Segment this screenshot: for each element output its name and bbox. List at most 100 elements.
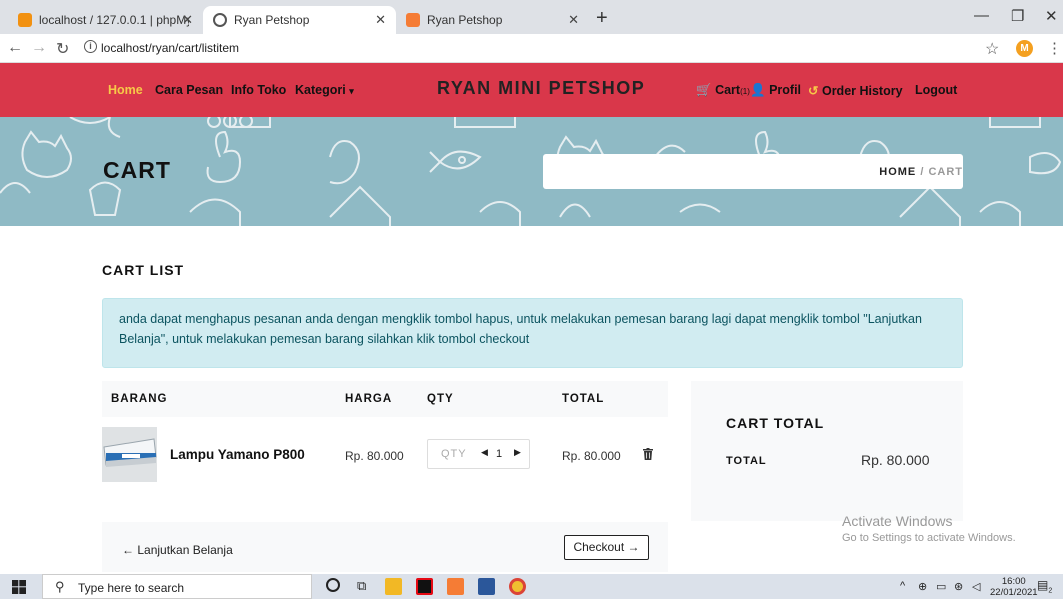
breadcrumb-home[interactable]: HOME — [879, 166, 916, 178]
nav-home[interactable]: Home — [108, 83, 143, 97]
nav-kategori[interactable]: Kategori ▾ — [295, 83, 354, 97]
cart-table: BARANG HARGA QTY TOTAL Lampu Yamano P800… — [102, 381, 668, 509]
nav-profil-label: Profil — [769, 83, 802, 97]
cart-count-badge: (1) — [740, 87, 750, 96]
tab-phpmyadmin[interactable]: localhost / 127.0.0.1 | phpMyAdm ✕ — [8, 6, 203, 34]
nav-profil[interactable]: 👤 Profil — [750, 83, 801, 98]
notification-count: 2 — [1048, 587, 1053, 595]
nav-cart[interactable]: 🛒 Cart(1) — [696, 83, 750, 98]
profile-avatar[interactable]: M — [1016, 40, 1033, 57]
word-icon[interactable] — [478, 578, 495, 595]
arrow-left-icon: ← — [122, 543, 134, 557]
cart-total-label: TOTAL — [726, 455, 767, 467]
nav-info-toko[interactable]: Info Toko — [231, 83, 286, 97]
back-arrow-icon[interactable]: ← — [7, 39, 23, 57]
cart-total-panel: CART TOTAL TOTAL Rp. 80.000 — [691, 381, 963, 521]
quantity-stepper[interactable]: QTY ◀ 1 ▶ — [427, 439, 530, 469]
clock-time: 16:00 — [1001, 576, 1026, 587]
nav-kategori-label: Kategori — [295, 83, 346, 97]
header-harga: HARGA — [345, 393, 393, 405]
close-icon[interactable]: ✕ — [375, 12, 386, 28]
activate-windows-subtext: Go to Settings to activate Windows. — [842, 532, 1016, 544]
activate-windows-watermark: Activate Windows — [842, 513, 953, 529]
tab-label: Ryan Petshop — [427, 13, 503, 27]
window-close-icon[interactable]: ✕ — [1045, 7, 1058, 25]
new-tab-plus-icon[interactable]: + — [596, 7, 608, 30]
nav-order-history[interactable]: ↺ Order History — [808, 83, 903, 98]
xampp-icon[interactable] — [447, 578, 464, 595]
site-navbar: Home Cara Pesan Info Toko Kategori ▾ RYA… — [0, 63, 1063, 117]
bookmark-star-icon[interactable]: ☆ — [985, 39, 999, 59]
volume-icon[interactable]: ◁ — [972, 580, 980, 593]
clock-date: 22/01/2021 — [990, 587, 1038, 598]
quantity-value[interactable]: 1 — [496, 448, 503, 460]
tab-label: localhost / 127.0.0.1 | phpMyAdm — [39, 13, 189, 27]
tray-chevron-icon[interactable]: ^ — [900, 580, 905, 592]
tab-ryan-petshop-active[interactable]: Ryan Petshop ✕ — [203, 6, 396, 34]
windows-start-icon[interactable] — [12, 580, 26, 594]
phpmyadmin-favicon-icon — [18, 13, 32, 27]
close-icon[interactable]: ✕ — [182, 12, 193, 28]
cart-icon: 🛒 — [696, 83, 712, 97]
info-alert: anda dapat menghapus pesanan anda dengan… — [102, 298, 963, 368]
cart-total-value: Rp. 80.000 — [861, 452, 930, 468]
close-icon[interactable]: ✕ — [568, 12, 579, 28]
breadcrumb-separator: / — [920, 166, 925, 178]
task-view-icon[interactable]: ⧉ — [357, 578, 366, 594]
nav-cart-label: Cart — [715, 83, 741, 97]
trash-icon[interactable] — [643, 448, 653, 460]
windows-taskbar: ⚲ Type here to search ⧉ ^ ⊕ ▭ ⊛ ◁ 16:00 … — [0, 574, 1063, 599]
page-title: CART — [103, 157, 171, 183]
file-explorer-icon[interactable] — [385, 578, 402, 595]
browser-tab-strip: localhost / 127.0.0.1 | phpMyAdm ✕ Ryan … — [0, 0, 1063, 34]
tab-label: Ryan Petshop — [234, 13, 310, 27]
breadcrumb: HOME / CART — [543, 154, 963, 189]
menu-kebab-icon[interactable]: ⋮ — [1047, 39, 1062, 57]
header-barang: BARANG — [111, 393, 168, 405]
nav-cara-pesan[interactable]: Cara Pesan — [155, 83, 223, 97]
continue-shopping-label: Lanjutkan Belanja — [137, 543, 233, 557]
chrome-icon[interactable] — [509, 578, 526, 595]
network-icon[interactable]: ⊛ — [954, 580, 963, 593]
nav-logout[interactable]: Logout — [915, 83, 957, 97]
product-price: Rp. 80.000 — [345, 449, 404, 463]
xampp-favicon-icon — [406, 13, 420, 27]
nav-order-history-label: Order History — [821, 84, 903, 98]
continue-shopping-link[interactable]: ← Lanjutkan Belanja — [122, 543, 233, 557]
clock[interactable]: 16:00 22/01/2021 — [990, 576, 1038, 598]
restore-icon[interactable]: ❐ — [1011, 7, 1024, 25]
header-total: TOTAL — [562, 393, 605, 405]
tray-app-icon[interactable]: ⊕ — [918, 580, 927, 593]
cart-total-title: CART TOTAL — [726, 415, 825, 431]
breadcrumb-current: CART — [928, 166, 963, 178]
arrow-right-icon: → — [627, 540, 640, 554]
notification-icon[interactable]: ▤2 — [1037, 578, 1052, 594]
history-icon: ↺ — [808, 84, 819, 98]
table-header-row: BARANG HARGA QTY TOTAL — [102, 381, 668, 417]
caret-down-icon: ▾ — [349, 86, 354, 96]
row-total: Rp. 80.000 — [562, 449, 621, 463]
header-qty: QTY — [427, 393, 454, 405]
checkout-button[interactable]: Checkout → — [564, 535, 649, 560]
tab-ryan-petshop[interactable]: Ryan Petshop ✕ — [396, 6, 589, 34]
battery-icon[interactable]: ▭ — [936, 580, 946, 593]
breadcrumb-text: HOME / CART — [879, 166, 963, 178]
checkout-label: Checkout — [573, 540, 625, 554]
brand-logo[interactable]: RYAN MINI PETSHOP — [437, 78, 645, 99]
reload-icon[interactable]: ↻ — [56, 39, 69, 59]
netflix-icon[interactable] — [416, 578, 433, 595]
globe-favicon-icon — [213, 13, 227, 27]
address-bar: ← → ↻ i localhost/ryan/cart/listitem ☆ M… — [0, 34, 1063, 63]
product-name[interactable]: Lampu Yamano P800 — [170, 447, 305, 462]
taskbar-search-input[interactable]: ⚲ Type here to search — [42, 574, 312, 599]
cortana-icon[interactable] — [326, 578, 340, 592]
minimize-icon[interactable]: — — [974, 7, 989, 24]
page-header-banner: CART HOME / CART — [0, 117, 1063, 226]
forward-arrow-icon[interactable]: → — [31, 39, 47, 57]
cart-actions-bar: ← Lanjutkan Belanja Checkout → — [102, 522, 668, 572]
cart-list-title: CART LIST — [102, 262, 185, 278]
info-icon[interactable]: i — [84, 40, 97, 53]
increment-arrow-icon[interactable]: ▶ — [514, 447, 521, 458]
url-input[interactable]: localhost/ryan/cart/listitem — [101, 41, 239, 55]
decrement-arrow-icon[interactable]: ◀ — [481, 447, 488, 458]
